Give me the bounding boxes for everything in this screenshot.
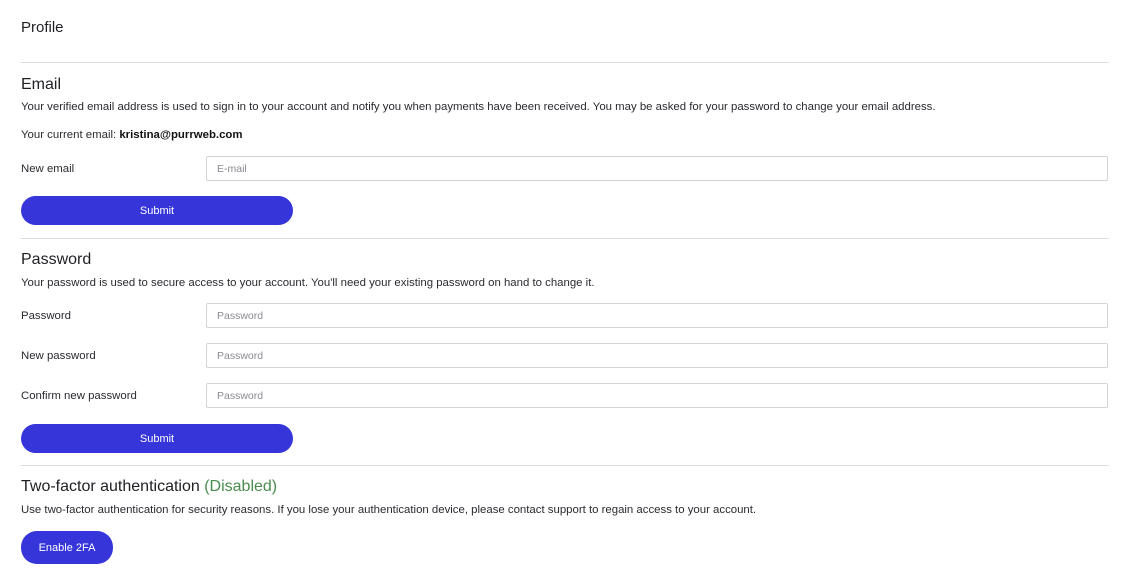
- enable-2fa-button[interactable]: Enable 2FA: [21, 531, 113, 564]
- twofa-description: Use two-factor authentication for securi…: [21, 504, 757, 516]
- current-email-label: Your current email:: [21, 129, 120, 141]
- email-description: Your verified email address is used to s…: [21, 101, 936, 113]
- new-email-input[interactable]: [206, 156, 1108, 181]
- new-password-input[interactable]: [206, 343, 1108, 368]
- password-section-title: Password: [21, 251, 92, 268]
- twofa-status-badge: (Disabled): [204, 478, 278, 495]
- divider: [21, 238, 1109, 239]
- confirm-password-input[interactable]: [206, 383, 1108, 408]
- email-section-title: Email: [21, 76, 62, 93]
- new-email-label: New email: [21, 163, 75, 175]
- divider: [21, 465, 1109, 466]
- password-submit-button[interactable]: Submit: [21, 424, 293, 453]
- page-title: Profile: [21, 19, 64, 36]
- twofa-section-title: Two-factor authentication (Disabled): [21, 478, 277, 496]
- new-password-label: New password: [21, 350, 96, 362]
- password-description: Your password is used to secure access t…: [21, 277, 595, 289]
- current-email: Your current email: kristina@purrweb.com: [21, 129, 243, 141]
- password-label: Password: [21, 310, 72, 322]
- twofa-title-text: Two-factor authentication: [21, 478, 200, 495]
- password-input[interactable]: [206, 303, 1108, 328]
- current-email-value: kristina@purrweb.com: [119, 129, 243, 141]
- divider: [21, 62, 1109, 63]
- email-submit-button[interactable]: Submit: [21, 196, 293, 225]
- confirm-password-label: Confirm new password: [21, 390, 137, 402]
